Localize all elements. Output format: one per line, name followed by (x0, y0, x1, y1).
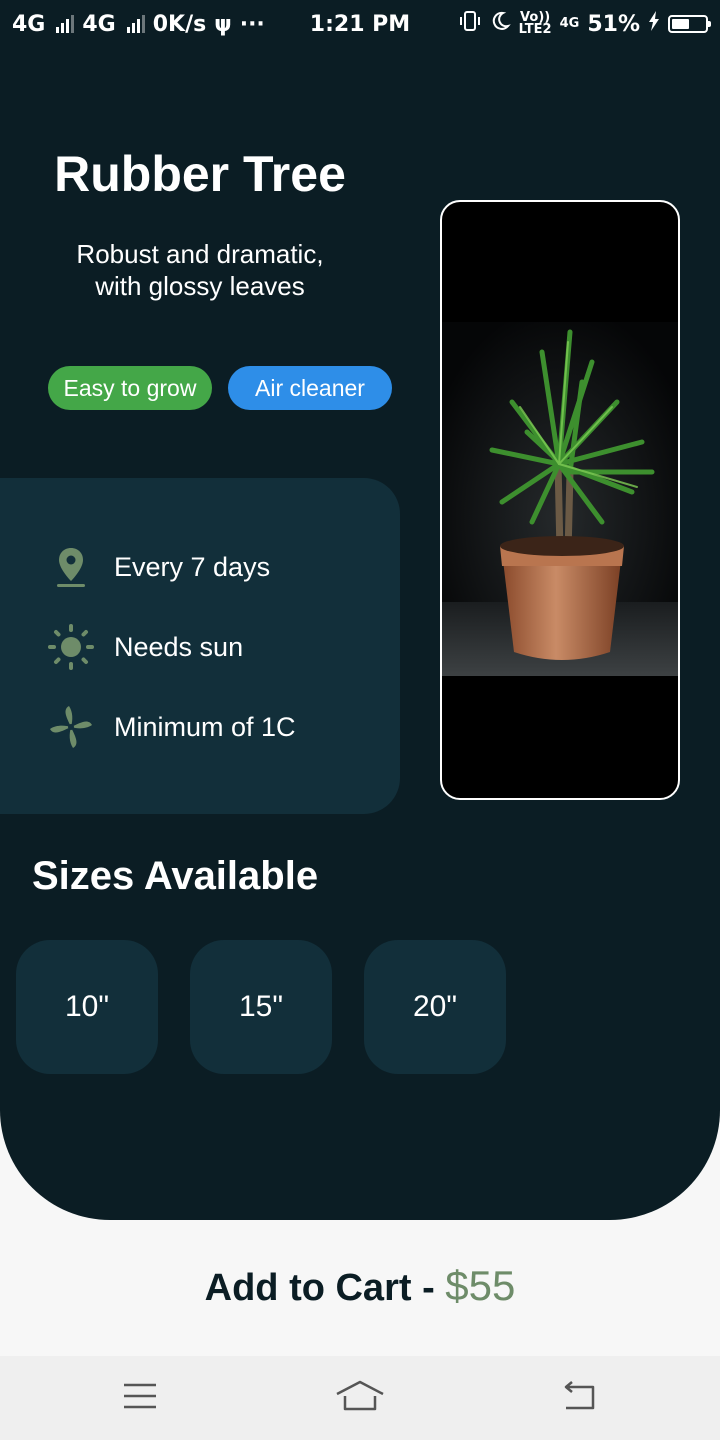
net-4g-label: 4G (559, 16, 580, 31)
status-right: Vo)) LTE2 4G 51% (459, 10, 711, 38)
menu-button[interactable] (110, 1378, 170, 1418)
location-pin-icon (48, 544, 94, 590)
size-option-15[interactable]: 15" (190, 940, 332, 1074)
home-icon (335, 1380, 385, 1417)
sizes-title: Sizes Available (32, 854, 319, 898)
size-option-10[interactable]: 10" (16, 940, 158, 1074)
care-row-light: Needs sun (48, 624, 243, 670)
tag-air-cleaner[interactable]: Air cleaner (228, 366, 392, 410)
network-2-label: 4G (82, 11, 116, 37)
light-requirement: Needs sun (114, 631, 244, 662)
volte-indicator: Vo)) LTE2 (518, 11, 552, 37)
status-bar: 4G 4G 0K/s ψ ··· 1:21 PM Vo)) LTE2 4G 51… (0, 0, 720, 48)
vibrate-icon (459, 10, 481, 38)
back-button[interactable] (548, 1378, 608, 1418)
plant-name: Rubber Tree (54, 146, 346, 202)
care-info-card: Every 7 days Needs sun Minimum of 1C (0, 478, 400, 814)
add-to-cart-button[interactable]: Add to Cart - $55 (0, 1262, 720, 1310)
plant-image (440, 200, 680, 800)
more-icon: ··· (239, 11, 265, 37)
charging-icon (648, 11, 660, 37)
battery-percent: 51% (587, 11, 640, 37)
usb-icon: ψ (214, 11, 232, 37)
plant-details-panel: Rubber Tree Robust and dramatic, with gl… (0, 48, 720, 1220)
care-row-temperature: Minimum of 1C (48, 704, 296, 750)
battery-icon (668, 15, 711, 33)
home-button[interactable] (330, 1378, 390, 1418)
tag-easy-to-grow[interactable]: Easy to grow (48, 366, 212, 410)
status-left: 4G 4G 0K/s ψ ··· (12, 12, 265, 37)
system-nav-bar (0, 1356, 720, 1440)
back-icon (560, 1380, 596, 1416)
price: $55 (445, 1262, 516, 1309)
signal-2-icon (126, 15, 145, 33)
temperature-minimum: Minimum of 1C (114, 711, 296, 742)
plant-description: Robust and dramatic, with glossy leaves (0, 238, 400, 302)
menu-icon (123, 1383, 157, 1414)
care-row-water: Every 7 days (48, 544, 270, 590)
add-to-cart-label: Add to Cart - (204, 1267, 446, 1309)
plant-description-line-2: with glossy leaves (95, 271, 305, 301)
fan-icon (48, 704, 94, 750)
network-1-label: 4G (12, 11, 46, 37)
signal-1-icon (56, 15, 75, 33)
lte-label: LTE2 (518, 22, 552, 37)
moon-icon (489, 10, 511, 38)
sun-icon (48, 624, 94, 670)
speed-label: 0K/s (152, 11, 207, 37)
water-frequency: Every 7 days (114, 551, 271, 582)
size-option-20[interactable]: 20" (364, 940, 506, 1074)
plant-description-line-1: Robust and dramatic, (76, 239, 324, 269)
